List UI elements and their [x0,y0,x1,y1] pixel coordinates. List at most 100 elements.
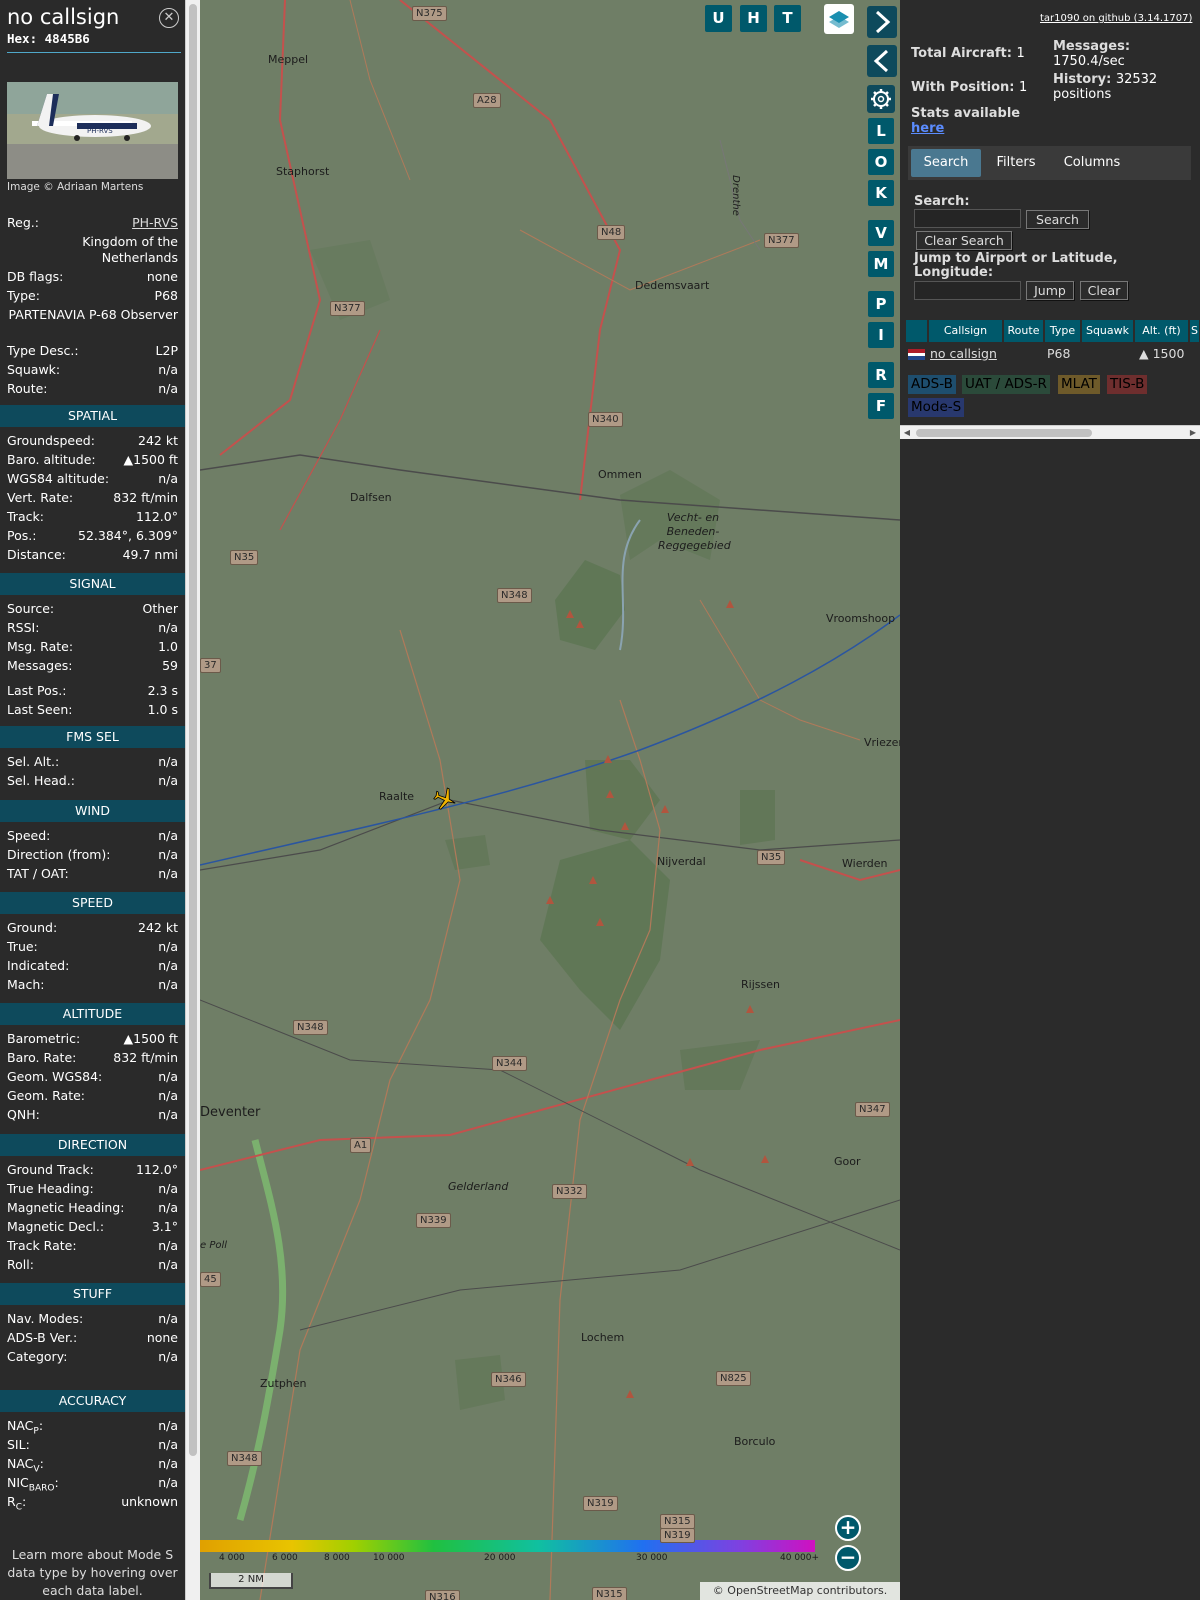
dbflags-label: DB flags: [7,269,64,284]
altitude-label: Barometric: [7,1031,81,1046]
zoom-in-button[interactable]: + [835,1515,861,1541]
section-stuff[interactable]: STUFF [0,1283,185,1305]
section-speed[interactable]: SPEED [0,892,185,914]
scroll-right-icon[interactable]: ▶ [1186,426,1200,439]
total-aircraft-value: 1 [1016,46,1025,61]
altitude-value: n/a [158,1088,178,1103]
direction-label: Track Rate: [7,1238,77,1253]
altitude-value: n/a [158,1069,178,1084]
road-shield: N35 [230,550,259,565]
scroll-left-icon[interactable]: ◀ [900,426,914,439]
section-direction[interactable]: DIRECTION [0,1134,185,1156]
spatial-label: Groundspeed: [7,433,95,448]
route-value: n/a [158,381,178,396]
toolbar-button-p[interactable]: P [868,291,894,317]
accuracy-label-subscript: P [33,1426,39,1437]
toolbar-button-i[interactable]: I [868,322,894,348]
direction-value: n/a [158,1257,178,1272]
toolbar-button-k[interactable]: K [868,180,894,206]
spatial-label: Track: [7,509,44,524]
row-callsign[interactable]: no callsign [930,346,997,361]
spatial-label: Pos.: [7,528,37,543]
aircraft-photo-image: PH-RVS [7,82,178,179]
jump-input[interactable] [914,281,1021,300]
toolbar-button-v[interactable]: V [868,220,894,246]
map-view[interactable]: Meppel Staphorst Dedemsvaart Dalfsen Omm… [200,0,900,1600]
section-fms[interactable]: FMS SEL [0,726,185,748]
clear-search-button[interactable]: Clear Search [916,231,1012,250]
attribution-prefix: © [712,1584,728,1597]
jump-button[interactable]: Jump [1026,281,1074,300]
source-adsb[interactable]: ADS-B [908,375,956,394]
search-input[interactable] [914,209,1021,228]
column-header-route[interactable]: Route [1004,320,1044,342]
type-label: Type: [7,288,40,303]
settings-button[interactable] [867,85,895,113]
toolbar-button-u[interactable]: U [705,5,732,32]
signal-value: 2.3 s [147,683,178,698]
search-button[interactable]: Search [1026,210,1089,229]
layers-button[interactable] [824,4,854,34]
source-mlat[interactable]: MLAT [1058,375,1100,394]
aircraft-photo[interactable]: PH-RVS [7,82,178,179]
signal-value: n/a [158,620,178,635]
wind-label: Speed: [7,828,51,843]
scrollbar-thumb[interactable] [189,4,197,1456]
toolbar-button-h[interactable]: H [740,5,767,32]
aircraft-marker[interactable] [432,786,458,812]
info-panel-scrollbar[interactable] [185,0,200,1600]
signal-row: Last Pos.: 2.3 s [7,683,178,701]
toolbar-button-l[interactable]: L [868,118,894,144]
osm-link[interactable]: OpenStreetMap [727,1584,813,1597]
toolbar-button-t[interactable]: T [774,5,801,32]
direction-value: n/a [158,1181,178,1196]
altitude-row: QNH: n/a [7,1107,178,1125]
github-link[interactable]: tar1090 on github (3.14.1707) [1040,13,1192,24]
town-label: Staphorst [276,165,330,178]
tab-search[interactable]: Search [911,149,981,177]
toolbar-button-o[interactable]: O [868,149,894,175]
source-tisb[interactable]: TIS-B [1107,375,1148,394]
accuracy-label: NICBARO: [7,1475,59,1494]
scrollbar-thumb[interactable] [916,429,1092,437]
column-header-type[interactable]: Type [1045,320,1081,342]
section-accuracy[interactable]: ACCURACY [0,1390,185,1412]
clear-button[interactable]: Clear [1080,281,1128,300]
section-signal[interactable]: SIGNAL [0,573,185,595]
row-type: P68 [1047,346,1071,361]
accuracy-row: NICBARO: n/a [7,1475,178,1494]
registration-link[interactable]: PH-RVS [132,215,178,230]
direction-value: 3.1° [151,1219,178,1234]
tab-columns[interactable]: Columns [1052,149,1132,177]
section-spatial[interactable]: SPATIAL [0,405,185,427]
spatial-value: ▲1500 ft [123,452,178,467]
speed-value: n/a [158,977,178,992]
toolbar-button-f[interactable]: F [868,393,894,419]
column-header-squawk[interactable]: Squawk [1082,320,1134,342]
fms-value: n/a [158,773,178,788]
stats-link[interactable]: here [911,121,944,136]
type-full: PARTENAVIA P-68 Observer [8,307,178,322]
road-shield: 37 [200,658,221,673]
tab-filters[interactable]: Filters [985,149,1047,177]
toolbar-button-r[interactable]: R [868,362,894,388]
speed-label: Mach: [7,977,45,992]
title-divider [7,52,181,53]
forward-button[interactable] [867,6,897,38]
close-icon[interactable]: ✕ [159,8,179,28]
table-horizontal-scrollbar[interactable]: ◀ ▶ [900,425,1200,439]
source-modes[interactable]: Mode-S [908,398,965,417]
direction-row: Roll: n/a [7,1257,178,1275]
back-button[interactable] [867,45,897,77]
section-wind[interactable]: WIND [0,800,185,822]
section-altitude[interactable]: ALTITUDE [0,1003,185,1025]
zoom-out-button[interactable]: − [835,1545,861,1571]
column-header-altitude[interactable]: Alt. (ft) [1135,320,1189,342]
road-shield: N347 [855,1102,890,1117]
column-header-callsign[interactable]: Callsign [929,320,1003,342]
source-uat-adsr[interactable]: UAT / ADS-R [962,375,1050,394]
column-header-speed[interactable]: S [1190,320,1200,342]
signal-row: Last Seen: 1.0 s [7,702,178,720]
toolbar-button-m[interactable]: M [868,251,894,277]
column-header-flag[interactable] [906,320,928,342]
